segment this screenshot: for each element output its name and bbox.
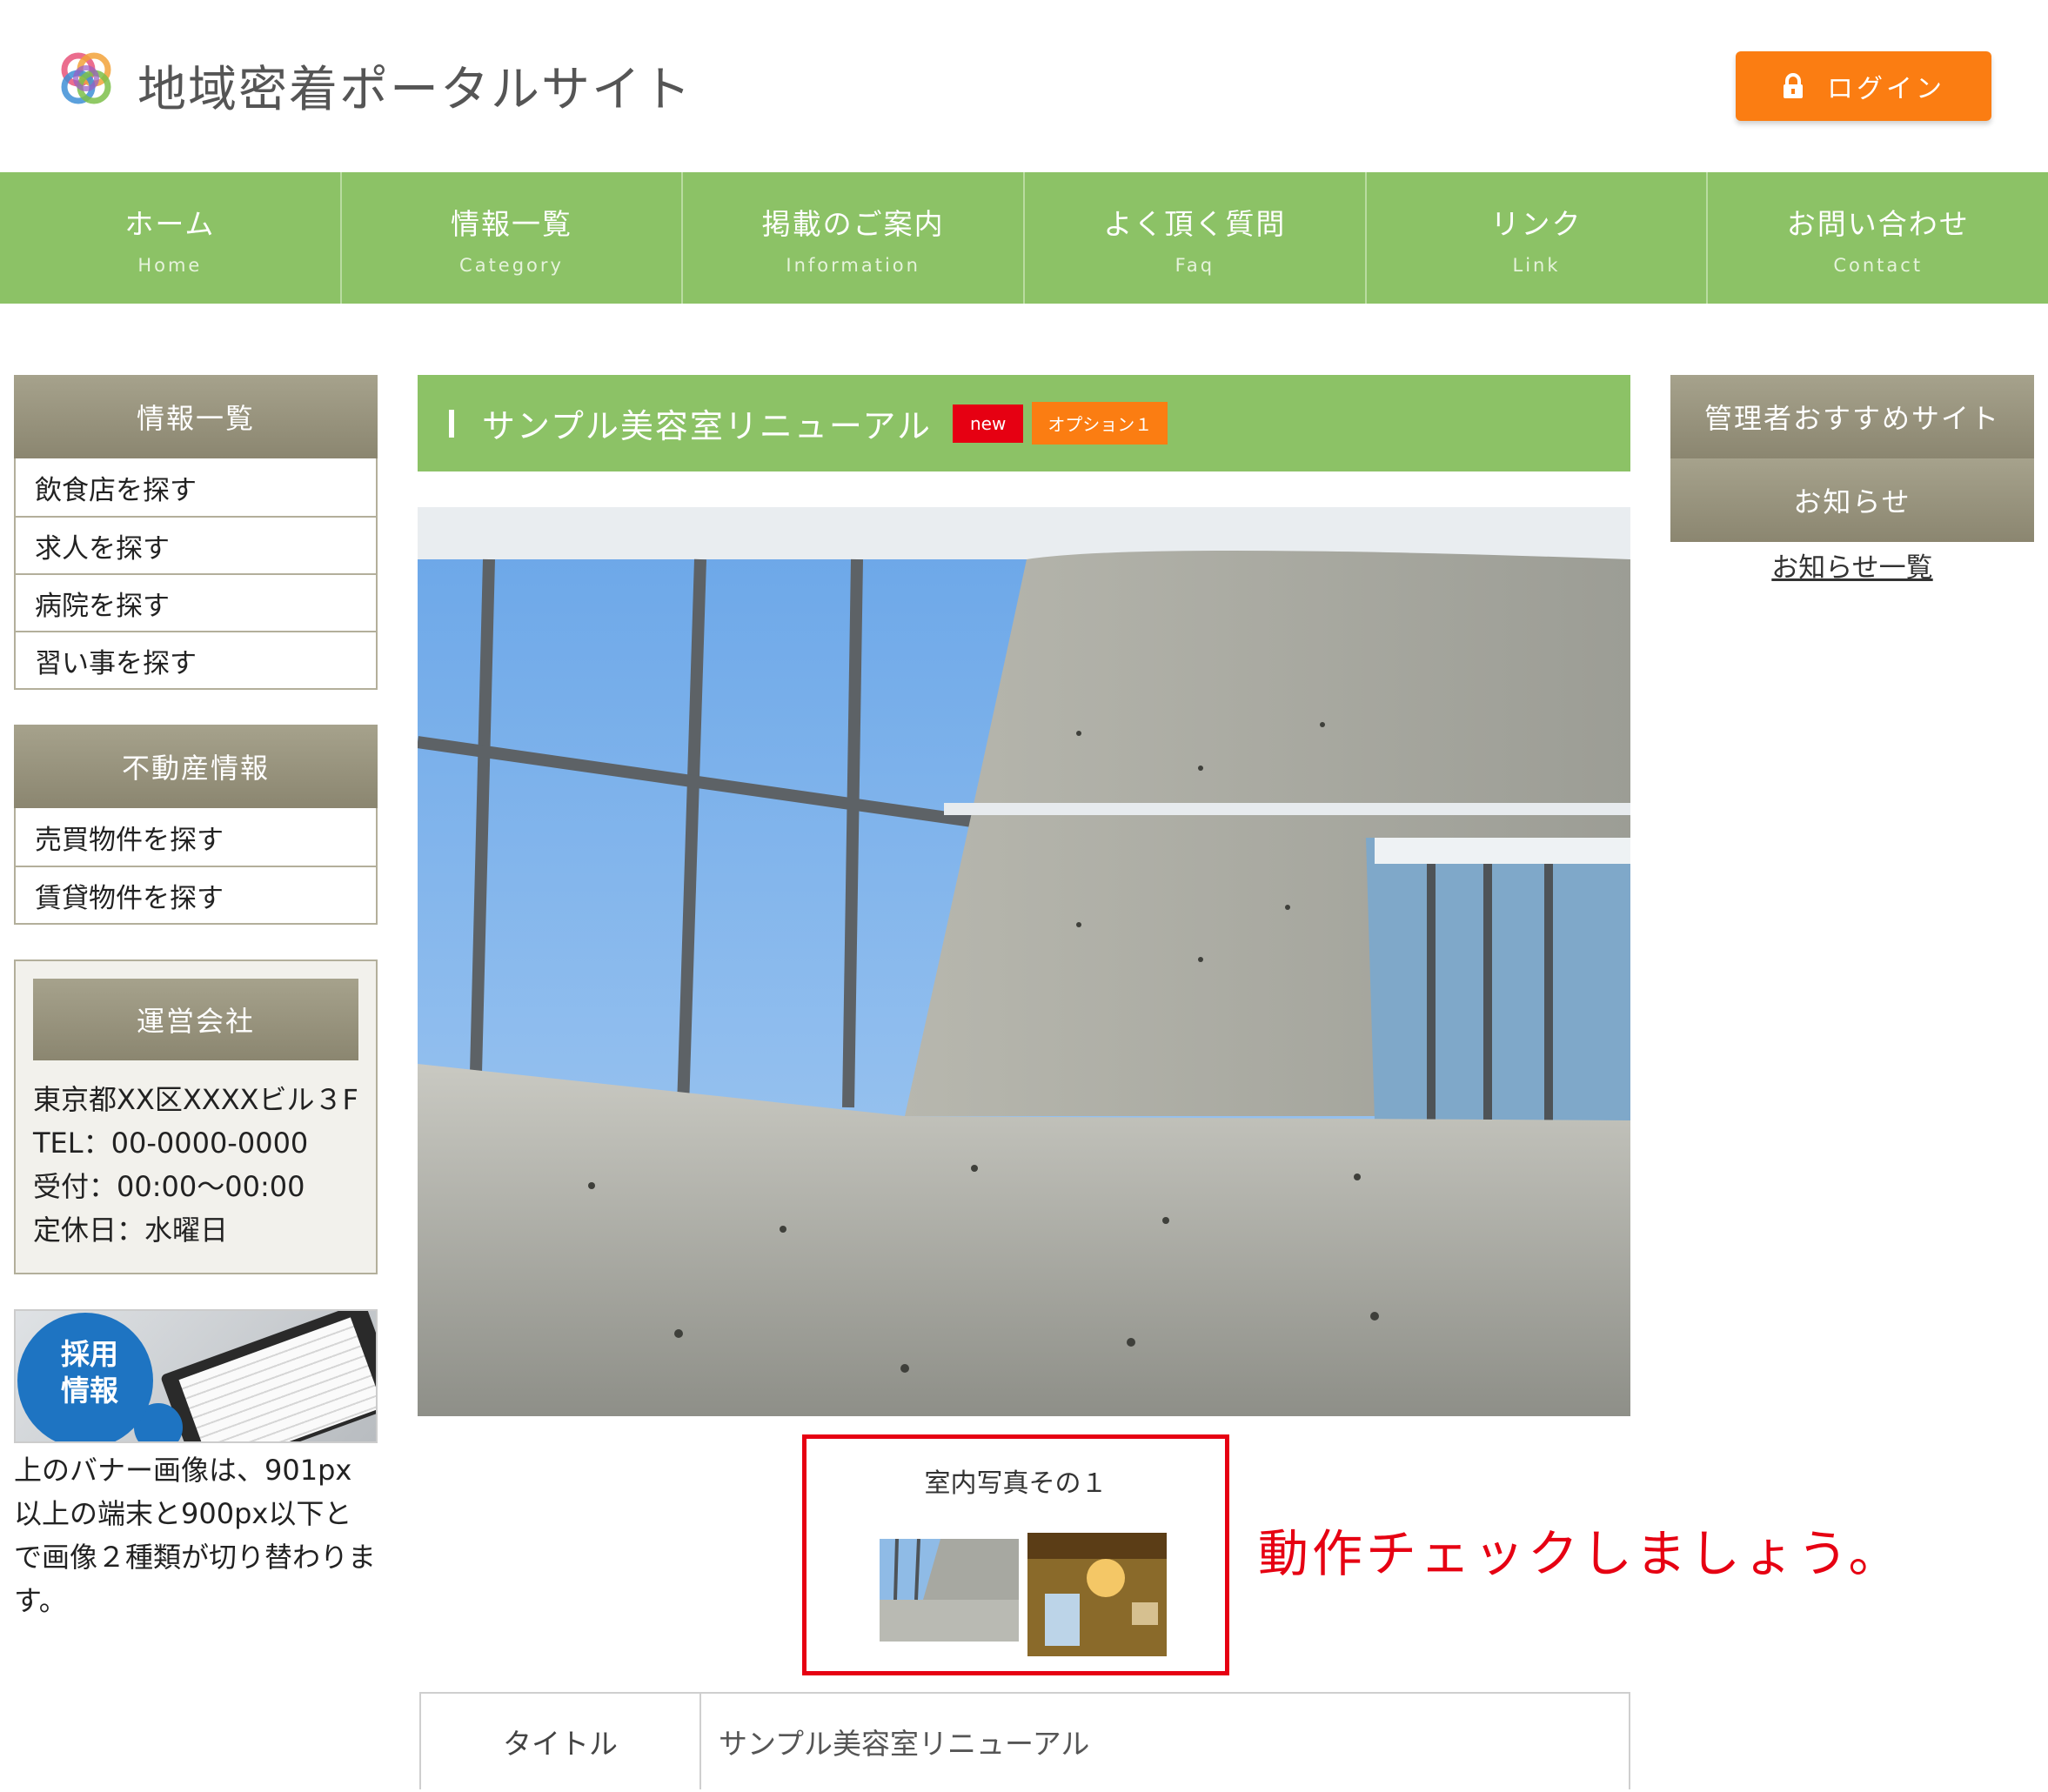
interlocking-rings-logo[interactable] — [56, 49, 117, 110]
lock-icon — [1784, 73, 1803, 98]
nav-item-faq[interactable]: よく頂く質問 Faq — [1025, 172, 1367, 304]
nav-label-en: Link — [1512, 254, 1561, 276]
recruit-banner[interactable]: 採用 情報 — [14, 1309, 378, 1443]
company-heading: 運営会社 — [33, 979, 358, 1060]
nav-label-en: Contact — [1833, 254, 1924, 276]
company-address: 東京都XX区XXXXビル３F — [33, 1083, 358, 1116]
menu-item-for-sale[interactable]: 売買物件を探す — [16, 808, 376, 866]
info-heading: 情報一覧 — [14, 375, 378, 458]
menu-item-lessons[interactable]: 習い事を探す — [16, 631, 376, 688]
article-title-bar: サンプル美容室リニューアル new オプション１ — [418, 375, 1630, 471]
main-content: サンプル美容室リニューアル new オプション１ 室内写真その１ 動作チェックし… — [418, 375, 1899, 1789]
interior-photo — [418, 507, 1630, 1416]
right-sidebar: 管理者おすすめサイト お知らせ お知らせ一覧 — [1670, 375, 2034, 585]
nav-label-jp: 情報一覧 — [451, 206, 572, 241]
article-title: サンプル美容室リニューアル — [482, 407, 932, 445]
banner-text-line2: 情報 — [61, 1374, 118, 1408]
company-tel: TEL：00-0000-0000 — [33, 1127, 309, 1160]
site-header: 地域密着ポータルサイト ログイン — [0, 0, 2048, 172]
new-badge: new — [952, 404, 1024, 443]
banner-note: 上のバナー画像は、901px以上の端末と900px以下とで画像２種類が切り替わり… — [14, 1454, 377, 1617]
company-hours: 受付：00:00〜00:00 — [33, 1170, 305, 1203]
annotation-text: 動作チェックしましょう。 — [1258, 1524, 1903, 1583]
company-holiday: 定休日：水曜日 — [33, 1214, 229, 1247]
thumbnail-interior-2[interactable] — [1027, 1533, 1167, 1656]
menu-item-hospitals[interactable]: 病院を探す — [16, 573, 376, 631]
detail-table: タイトル サンプル美容室リニューアル — [419, 1692, 1630, 1789]
global-nav: ホーム Home 情報一覧 Category 掲載のご案内 Informatio… — [0, 172, 2048, 304]
nav-item-link[interactable]: リンク Link — [1367, 172, 1709, 304]
thumbnail-interior-1[interactable] — [880, 1539, 1019, 1642]
nav-label-jp: お問い合わせ — [1786, 206, 1970, 241]
detail-value: サンプル美容室リニューアル — [719, 1727, 1090, 1761]
menu-item-restaurants[interactable]: 飲食店を探す — [16, 458, 376, 516]
nav-label-en: Faq — [1175, 254, 1215, 276]
nav-label-jp: 掲載のご案内 — [761, 206, 945, 241]
nav-label-en: Information — [786, 254, 920, 276]
company-box: 運営会社 東京都XX区XXXXビル３F TEL：00-0000-0000 受付：… — [14, 960, 378, 1274]
nav-item-information[interactable]: 掲載のご案内 Information — [683, 172, 1026, 304]
table-row: タイトル サンプル美容室リニューアル — [421, 1694, 1629, 1789]
recommend-heading[interactable]: 管理者おすすめサイト — [1670, 375, 2034, 458]
company-info: 東京都XX区XXXXビル３F TEL：00-0000-0000 受付：00:00… — [33, 1078, 358, 1252]
photo-caption: 室内写真その１ — [924, 1468, 1108, 1499]
site-title[interactable]: 地域密着ポータルサイト — [137, 50, 693, 121]
title-accent-bar — [449, 409, 454, 438]
news-heading: お知らせ — [1670, 458, 2034, 542]
detail-label: タイトル — [421, 1694, 701, 1789]
login-button[interactable]: ログイン — [1736, 51, 1991, 121]
login-label: ログイン — [1827, 74, 1945, 104]
banner-circle: 採用 情報 — [17, 1313, 153, 1441]
info-menu: 飲食店を探す 求人を探す 病院を探す 習い事を探す — [14, 458, 378, 690]
nav-label-jp: よく頂く質問 — [1103, 206, 1287, 241]
banner-text-line1: 採用 — [61, 1337, 118, 1371]
nav-label-en: Home — [137, 254, 203, 276]
menu-item-jobs[interactable]: 求人を探す — [16, 516, 376, 573]
photo-caption-box: 室内写真その１ — [802, 1434, 1229, 1675]
nav-label-jp: ホーム — [124, 206, 216, 241]
nav-label-jp: リンク — [1490, 206, 1583, 241]
nav-label-en: Category — [459, 254, 564, 276]
left-sidebar: 情報一覧 飲食店を探す 求人を探す 病院を探す 習い事を探す 不動産情報 売買物… — [14, 375, 378, 1622]
menu-item-for-rent[interactable]: 賃貸物件を探す — [16, 866, 376, 923]
option-badge: オプション１ — [1032, 402, 1168, 445]
realestate-menu: 売買物件を探す 賃貸物件を探す — [14, 808, 378, 925]
news-list-link[interactable]: お知らせ一覧 — [1670, 545, 2034, 585]
main-photo — [418, 507, 1630, 1416]
nav-item-contact[interactable]: お問い合わせ Contact — [1708, 172, 2048, 304]
realestate-heading: 不動産情報 — [14, 725, 378, 808]
nav-item-category[interactable]: 情報一覧 Category — [342, 172, 684, 304]
nav-item-home[interactable]: ホーム Home — [0, 172, 342, 304]
